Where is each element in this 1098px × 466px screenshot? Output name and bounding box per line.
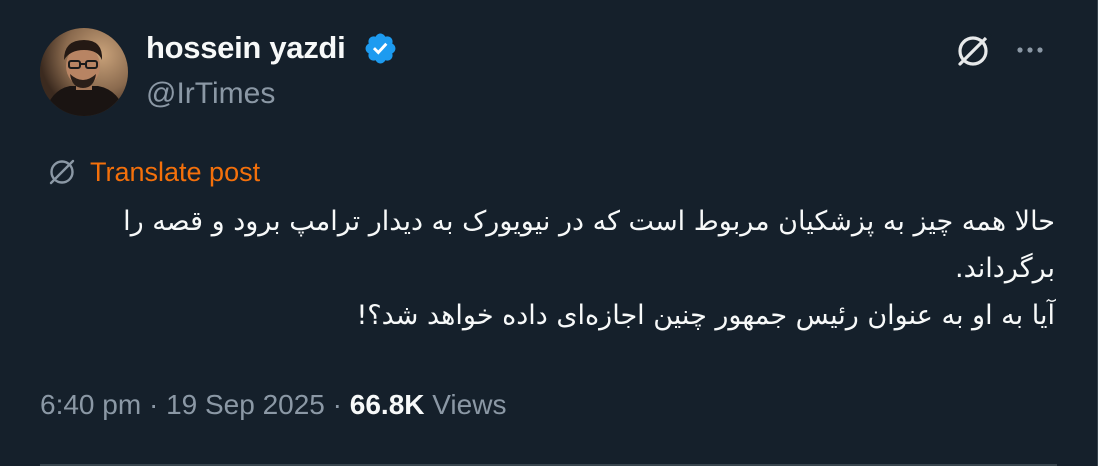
more-horizontal-icon[interactable] (1010, 30, 1050, 70)
author-handle[interactable]: @IrTimes (146, 77, 275, 111)
tweet-paragraph: حالا همه چیز به پزشکیان مربوط است که در … (123, 206, 1055, 284)
grok-slash-icon (49, 159, 75, 185)
tweet-date: 19 Sep 2025 (166, 389, 325, 420)
translate-post-button[interactable]: Translate post (46, 155, 260, 189)
verified-badge-icon[interactable] (363, 31, 398, 66)
grok-slash-icon[interactable] (952, 30, 994, 72)
views-label: Views (432, 389, 507, 420)
tweet-paragraph: آیا به او به عنوان رئیس جمهور چنین اجازه… (356, 300, 1055, 331)
tweet-meta: 6:40 pm · 19 Sep 2025 · 66.8K Views (40, 389, 506, 421)
meta-separator: · (324, 389, 350, 420)
tweet-time-link[interactable]: 6:40 pm · 19 Sep 2025 (40, 389, 325, 420)
author-display-name[interactable]: hossein yazdi (146, 30, 346, 66)
translate-post-label: Translate post (90, 156, 261, 187)
tweet-body: حالا همه چیز به پزشکیان مربوط است که در … (40, 198, 1055, 339)
meta-separator: · (141, 389, 167, 420)
avatar-image (40, 28, 128, 116)
tweet-card: hossein yazdi @IrTimes Translate post حا… (0, 0, 1098, 466)
tweet-time: 6:40 pm (40, 389, 142, 420)
avatar[interactable] (40, 28, 128, 116)
views-count: 66.8K (349, 389, 425, 420)
